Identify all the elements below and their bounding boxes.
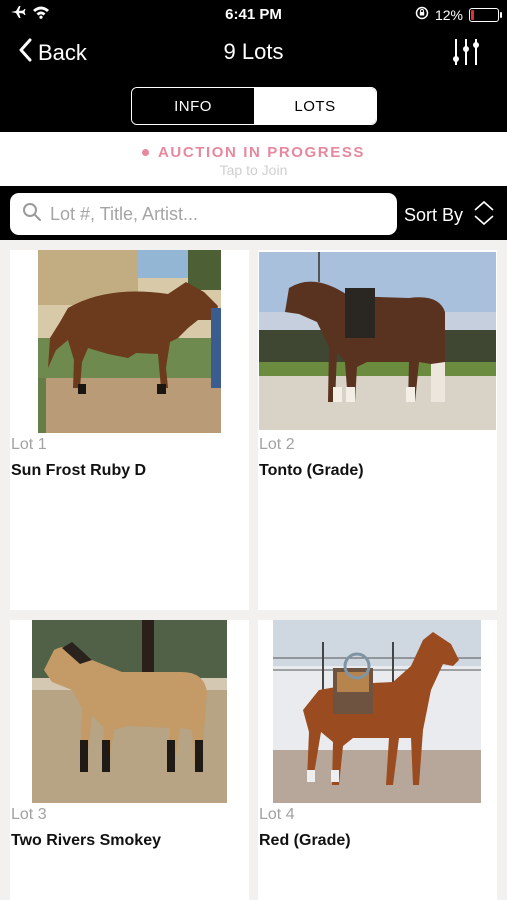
orientation-lock-icon — [415, 6, 429, 23]
lot-number: Lot 3 — [11, 806, 47, 823]
lot-title: Red (Grade) — [259, 832, 351, 849]
lot-card[interactable]: Lot 3 Two Rivers Smokey — [10, 620, 249, 900]
lot-card[interactable]: Lot 2 Tonto (Grade) — [258, 250, 497, 610]
live-dot-icon — [141, 149, 149, 156]
lot-number: Lot 1 — [11, 436, 47, 453]
auction-status: AUCTION IN PROGRESS — [0, 144, 507, 161]
segmented-control: INFO LOTS — [131, 87, 377, 125]
lot-photo-horse — [32, 620, 227, 803]
lot-photo-horse — [273, 620, 481, 803]
nav-bar: Back 9 Lots INFO LOTS — [0, 30, 507, 132]
lot-photo-horse — [38, 250, 221, 433]
status-bar: 6:41 PM 12% — [0, 0, 507, 30]
search-icon — [22, 202, 42, 227]
sort-by-button[interactable]: Sort By — [404, 200, 495, 231]
lot-title: Sun Frost Ruby D — [11, 462, 147, 479]
status-right: 12% — [415, 6, 502, 23]
battery-icon — [469, 7, 502, 22]
lot-photo-horse — [259, 252, 496, 430]
battery-level — [471, 9, 474, 20]
filter-sliders-icon[interactable] — [451, 37, 481, 72]
battery-percent: 12% — [434, 6, 463, 23]
auction-banner[interactable]: AUCTION IN PROGRESS Tap to Join — [0, 132, 507, 186]
tab-info[interactable]: INFO — [132, 88, 254, 124]
sort-by-label: Sort By — [404, 205, 464, 225]
lot-title: Tonto (Grade) — [259, 462, 364, 479]
sort-chevrons-icon — [473, 200, 495, 231]
lot-number: Lot 4 — [259, 806, 295, 823]
page-title: 9 Lots — [223, 39, 284, 64]
lot-title: Two Rivers Smokey — [11, 832, 161, 849]
auction-status-label: AUCTION IN PROGRESS — [157, 144, 366, 161]
lot-card[interactable]: Lot 1 Sun Frost Ruby D — [10, 250, 249, 610]
lot-number: Lot 2 — [259, 436, 295, 453]
search-box[interactable] — [10, 193, 397, 235]
search-input[interactable] — [50, 203, 370, 225]
search-bar: Sort By — [0, 186, 507, 240]
lot-grid: Lot 1 Sun Frost Ruby D Lot 2 Tonto (Grad… — [0, 240, 507, 900]
lot-card[interactable]: Lot 4 Red (Grade) — [258, 620, 497, 900]
tap-to-join-label: Tap to Join — [219, 162, 288, 178]
tab-lots[interactable]: LOTS — [254, 88, 376, 124]
